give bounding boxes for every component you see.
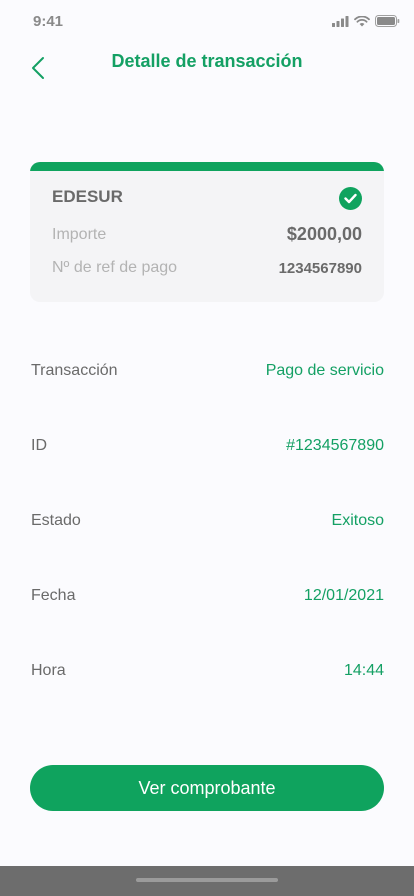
- status-time: 9:41: [33, 13, 64, 30]
- detail-value: #1234567890: [286, 437, 384, 454]
- wifi-icon: [354, 14, 370, 32]
- reference-row: Nº de ref de pago 1234567890: [52, 259, 362, 277]
- view-receipt-button[interactable]: Ver comprobante: [30, 765, 384, 811]
- amount-row: Importe $2000,00: [52, 224, 362, 245]
- detail-value: Exitoso: [331, 512, 384, 529]
- detail-value: 14:44: [343, 662, 384, 679]
- detail-label: Hora: [31, 662, 66, 679]
- card-accent-bar: [30, 162, 384, 171]
- transaction-summary-card: EDESUR Importe $2000,00 Nº de ref de pag…: [30, 162, 384, 302]
- signal-icon: [332, 14, 349, 32]
- status-bar: 9:41: [0, 0, 414, 44]
- company-name: EDESUR: [52, 187, 123, 206]
- page-title: Detalle de transacción: [111, 51, 303, 71]
- detail-row-time: Hora 14:44: [31, 660, 384, 682]
- battery-icon: [375, 14, 400, 32]
- detail-row-transaction: Transacción Pago de servicio: [31, 360, 384, 382]
- detail-label: Fecha: [31, 587, 76, 604]
- detail-label: Estado: [31, 512, 81, 529]
- home-indicator-area: [0, 866, 414, 896]
- status-icons: [332, 14, 400, 32]
- reference-label: Nº de ref de pago: [52, 259, 178, 276]
- detail-label: Transacción: [31, 362, 118, 379]
- header: Detalle de transacción: [0, 44, 414, 94]
- detail-row-date: Fecha 12/01/2021: [31, 585, 384, 607]
- detail-row-id: ID #1234567890: [31, 435, 384, 457]
- check-circle-icon: [339, 187, 362, 210]
- detail-label: ID: [31, 437, 47, 454]
- detail-value: Pago de servicio: [265, 362, 384, 379]
- detail-value: 12/01/2021: [303, 587, 384, 604]
- home-indicator[interactable]: [136, 878, 278, 882]
- amount-label: Importe: [52, 225, 107, 243]
- reference-value: 1234567890: [278, 259, 362, 277]
- detail-row-status: Estado Exitoso: [31, 510, 384, 532]
- amount-value: $2000,00: [286, 224, 362, 244]
